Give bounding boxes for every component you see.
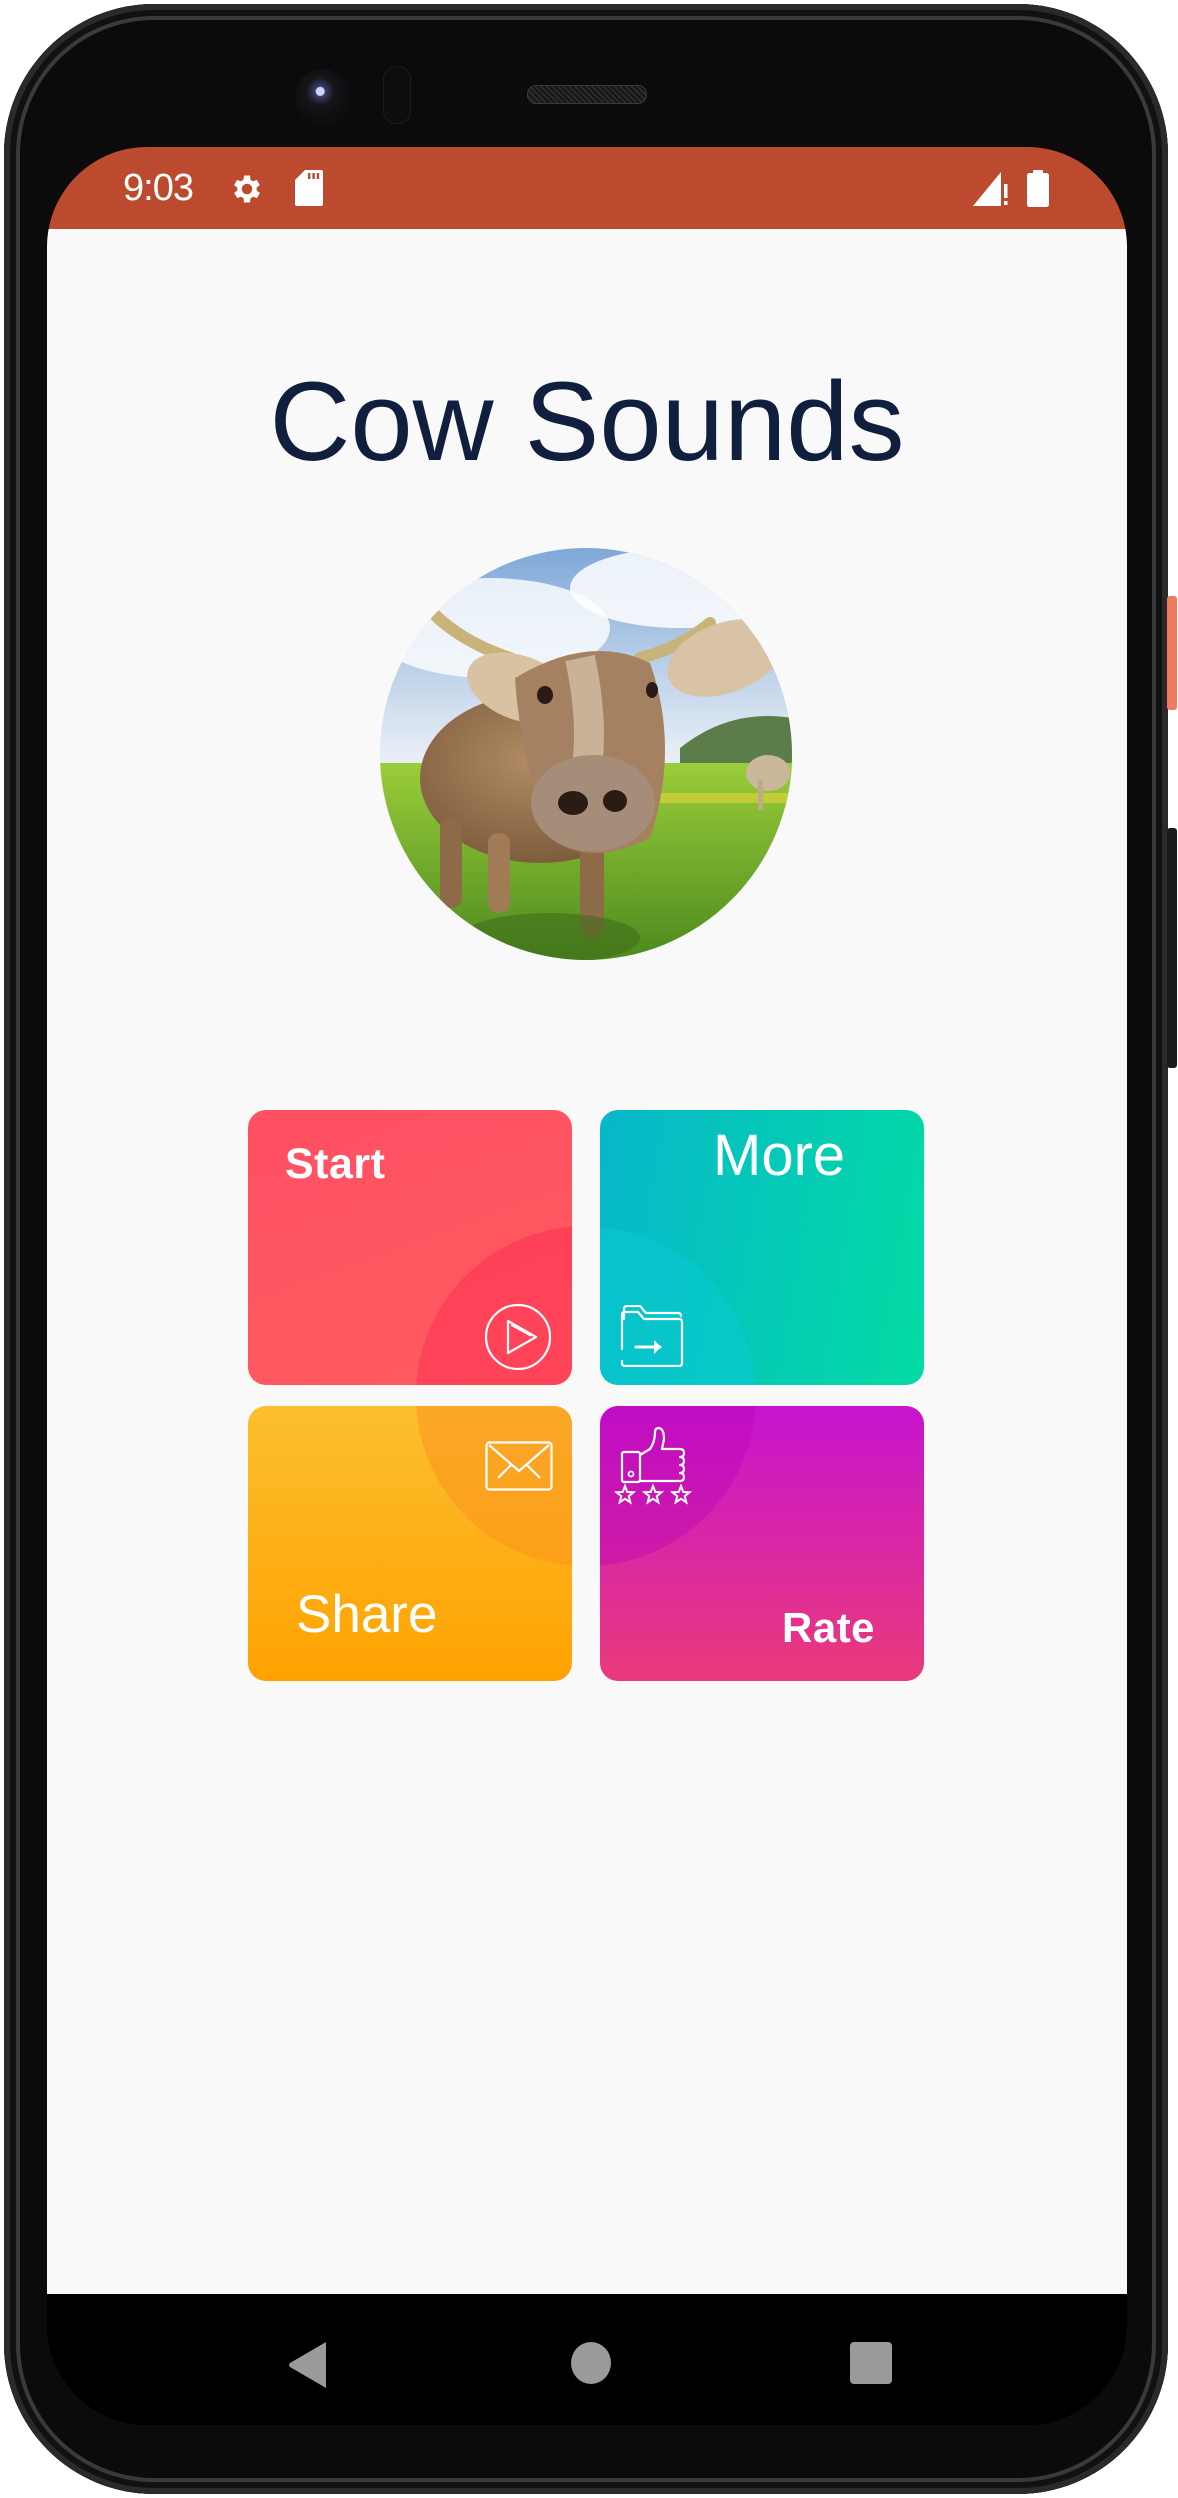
share-button[interactable]: Share <box>248 1406 572 1681</box>
status-time: 9:03 <box>123 167 194 209</box>
menu-grid: Start More Share Rate <box>248 1110 924 1682</box>
signal-icon <box>973 172 1008 206</box>
app-content: Cow Sounds Start More Share Rate <box>47 229 1127 2294</box>
folder-arrow-icon <box>620 1305 684 1367</box>
more-label: More <box>713 1123 846 1188</box>
rate-label: Rate <box>782 1604 876 1651</box>
play-circle-icon <box>484 1303 552 1371</box>
thumbs-up-stars-icon <box>613 1427 693 1505</box>
proximity-sensor <box>383 66 411 124</box>
cow-photo <box>380 548 792 960</box>
screen: 9:03 Cow Sounds Start More Share Rate <box>47 147 1127 2425</box>
more-button[interactable]: More <box>600 1110 924 1385</box>
envelope-icon <box>485 1441 553 1491</box>
sd-card-icon <box>295 170 323 206</box>
navigation-bar <box>47 2294 1127 2425</box>
back-icon[interactable] <box>288 2342 328 2388</box>
start-label: Start <box>285 1140 386 1188</box>
gear-icon <box>234 175 260 203</box>
rate-button[interactable]: Rate <box>600 1406 924 1681</box>
home-icon[interactable] <box>571 2342 611 2384</box>
power-button <box>1167 596 1177 710</box>
battery-icon <box>1027 170 1049 207</box>
earpiece-speaker <box>527 85 647 104</box>
recents-icon[interactable] <box>850 2342 892 2384</box>
status-bar: 9:03 <box>47 147 1127 229</box>
start-button[interactable]: Start <box>248 1110 572 1385</box>
front-camera <box>295 69 351 125</box>
cow-avatar-image <box>380 548 792 960</box>
share-label: Share <box>296 1585 438 1644</box>
page-title: Cow Sounds <box>269 359 905 484</box>
volume-rocker <box>1167 828 1177 1068</box>
